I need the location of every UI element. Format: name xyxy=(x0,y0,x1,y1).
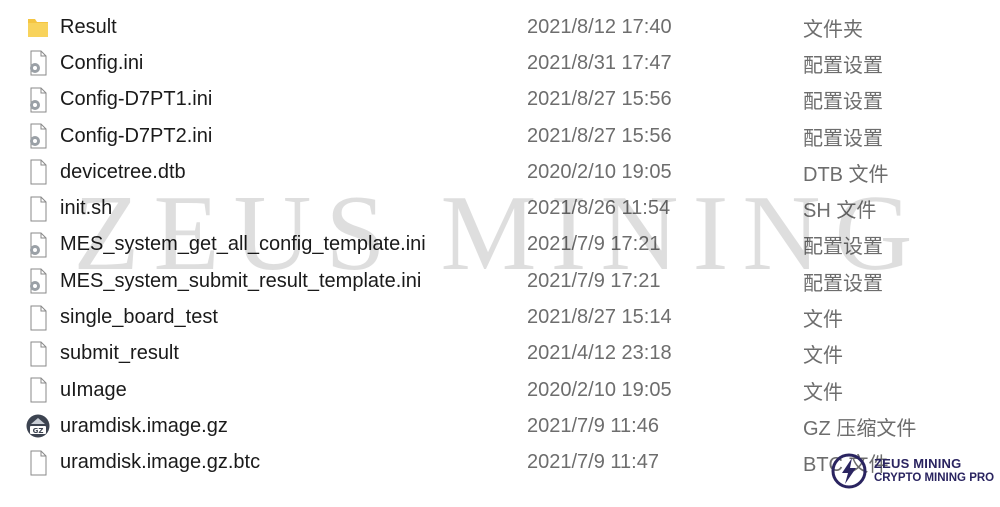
settings-file-icon xyxy=(26,123,50,149)
brand-tagline: CRYPTO MINING PRO xyxy=(874,472,995,484)
gz-archive-icon: GZ xyxy=(26,413,50,439)
file-row-config-d7pt1[interactable]: Config-D7PT1.ini 2021/8/27 15:56 配置设置 xyxy=(0,82,1000,118)
file-name: uImage xyxy=(60,378,127,401)
file-date: 2020/2/10 19:05 xyxy=(527,378,672,401)
file-row-mes-get-all-config[interactable]: MES_system_get_all_config_template.ini 2… xyxy=(0,227,1000,263)
file-type: 配置设置 xyxy=(803,91,883,114)
file-date: 2021/8/31 17:47 xyxy=(527,51,672,74)
file-type: 配置设置 xyxy=(803,272,883,295)
file-name: uramdisk.image.gz.btc xyxy=(60,451,261,474)
file-name: devicetree.dtb xyxy=(60,160,186,183)
settings-file-icon xyxy=(26,87,50,113)
file-date: 2021/8/26 11:54 xyxy=(527,197,671,220)
brand-name: ZEUS MINING xyxy=(874,456,962,471)
file-row-submit-result[interactable]: submit_result 2021/4/12 23:18 文件 xyxy=(0,336,1000,372)
file-icon xyxy=(26,341,50,367)
file-row-result[interactable]: Result 2021/8/12 17:40 文件夹 xyxy=(0,9,1000,45)
file-row-uramdisk-gz[interactable]: GZ uramdisk.image.gz 2021/7/9 11:46 GZ 压… xyxy=(0,408,1000,444)
file-type: 文件 xyxy=(803,381,843,404)
file-type: GZ 压缩文件 xyxy=(803,417,917,440)
file-name: Result xyxy=(60,15,117,38)
file-list: Result 2021/8/12 17:40 文件夹 Config.ini 20… xyxy=(0,9,1000,481)
file-date: 2021/7/9 11:47 xyxy=(527,451,659,474)
file-row-single-board-test[interactable]: single_board_test 2021/8/27 15:14 文件 xyxy=(0,299,1000,335)
file-date: 2021/8/12 17:40 xyxy=(527,15,672,38)
file-type: SH 文件 xyxy=(803,200,877,223)
file-name: single_board_test xyxy=(60,306,218,329)
file-date: 2021/8/27 15:56 xyxy=(527,124,672,147)
file-name: Config-D7PT2.ini xyxy=(60,124,213,147)
file-type: 文件 xyxy=(803,309,843,332)
file-icon xyxy=(26,196,50,222)
file-date: 2020/2/10 19:05 xyxy=(527,160,672,183)
settings-file-icon xyxy=(26,268,50,294)
svg-text:GZ: GZ xyxy=(33,427,44,435)
file-name: Config.ini xyxy=(60,51,144,74)
file-type: 配置设置 xyxy=(803,236,883,259)
file-icon xyxy=(26,450,50,476)
file-type: 配置设置 xyxy=(803,54,883,77)
settings-file-icon xyxy=(26,232,50,258)
file-row-config-ini[interactable]: Config.ini 2021/8/31 17:47 配置设置 xyxy=(0,45,1000,81)
file-date: 2021/7/9 17:21 xyxy=(527,233,661,256)
file-icon xyxy=(26,377,50,403)
file-date: 2021/7/9 11:46 xyxy=(527,414,659,437)
file-type: 文件夹 xyxy=(803,18,863,41)
brand-logo: ZEUS MINING CRYPTO MINING PRO xyxy=(830,450,995,494)
file-row-init-sh[interactable]: init.sh 2021/8/26 11:54 SH 文件 xyxy=(0,190,1000,226)
file-row-uimage[interactable]: uImage 2020/2/10 19:05 文件 xyxy=(0,372,1000,408)
file-type: 文件 xyxy=(803,345,843,368)
file-name: MES_system_submit_result_template.ini xyxy=(60,269,422,292)
file-date: 2021/7/9 17:21 xyxy=(527,269,661,292)
file-date: 2021/8/27 15:14 xyxy=(527,306,672,329)
file-name: submit_result xyxy=(60,342,179,365)
file-name: Config-D7PT1.ini xyxy=(60,88,213,111)
file-type: DTB 文件 xyxy=(803,163,889,186)
settings-file-icon xyxy=(26,50,50,76)
file-icon xyxy=(26,159,50,185)
file-type: 配置设置 xyxy=(803,127,883,150)
folder-icon xyxy=(26,14,50,40)
file-date: 2021/4/12 23:18 xyxy=(527,342,672,365)
file-row-devicetree[interactable]: devicetree.dtb 2020/2/10 19:05 DTB 文件 xyxy=(0,154,1000,190)
lightning-logo-icon xyxy=(830,452,868,490)
file-name: init.sh xyxy=(60,197,113,220)
file-name: uramdisk.image.gz xyxy=(60,414,228,437)
file-name: MES_system_get_all_config_template.ini xyxy=(60,233,426,256)
file-icon xyxy=(26,305,50,331)
file-date: 2021/8/27 15:56 xyxy=(527,88,672,111)
file-row-mes-submit-result[interactable]: MES_system_submit_result_template.ini 20… xyxy=(0,263,1000,299)
file-row-config-d7pt2[interactable]: Config-D7PT2.ini 2021/8/27 15:56 配置设置 xyxy=(0,118,1000,154)
